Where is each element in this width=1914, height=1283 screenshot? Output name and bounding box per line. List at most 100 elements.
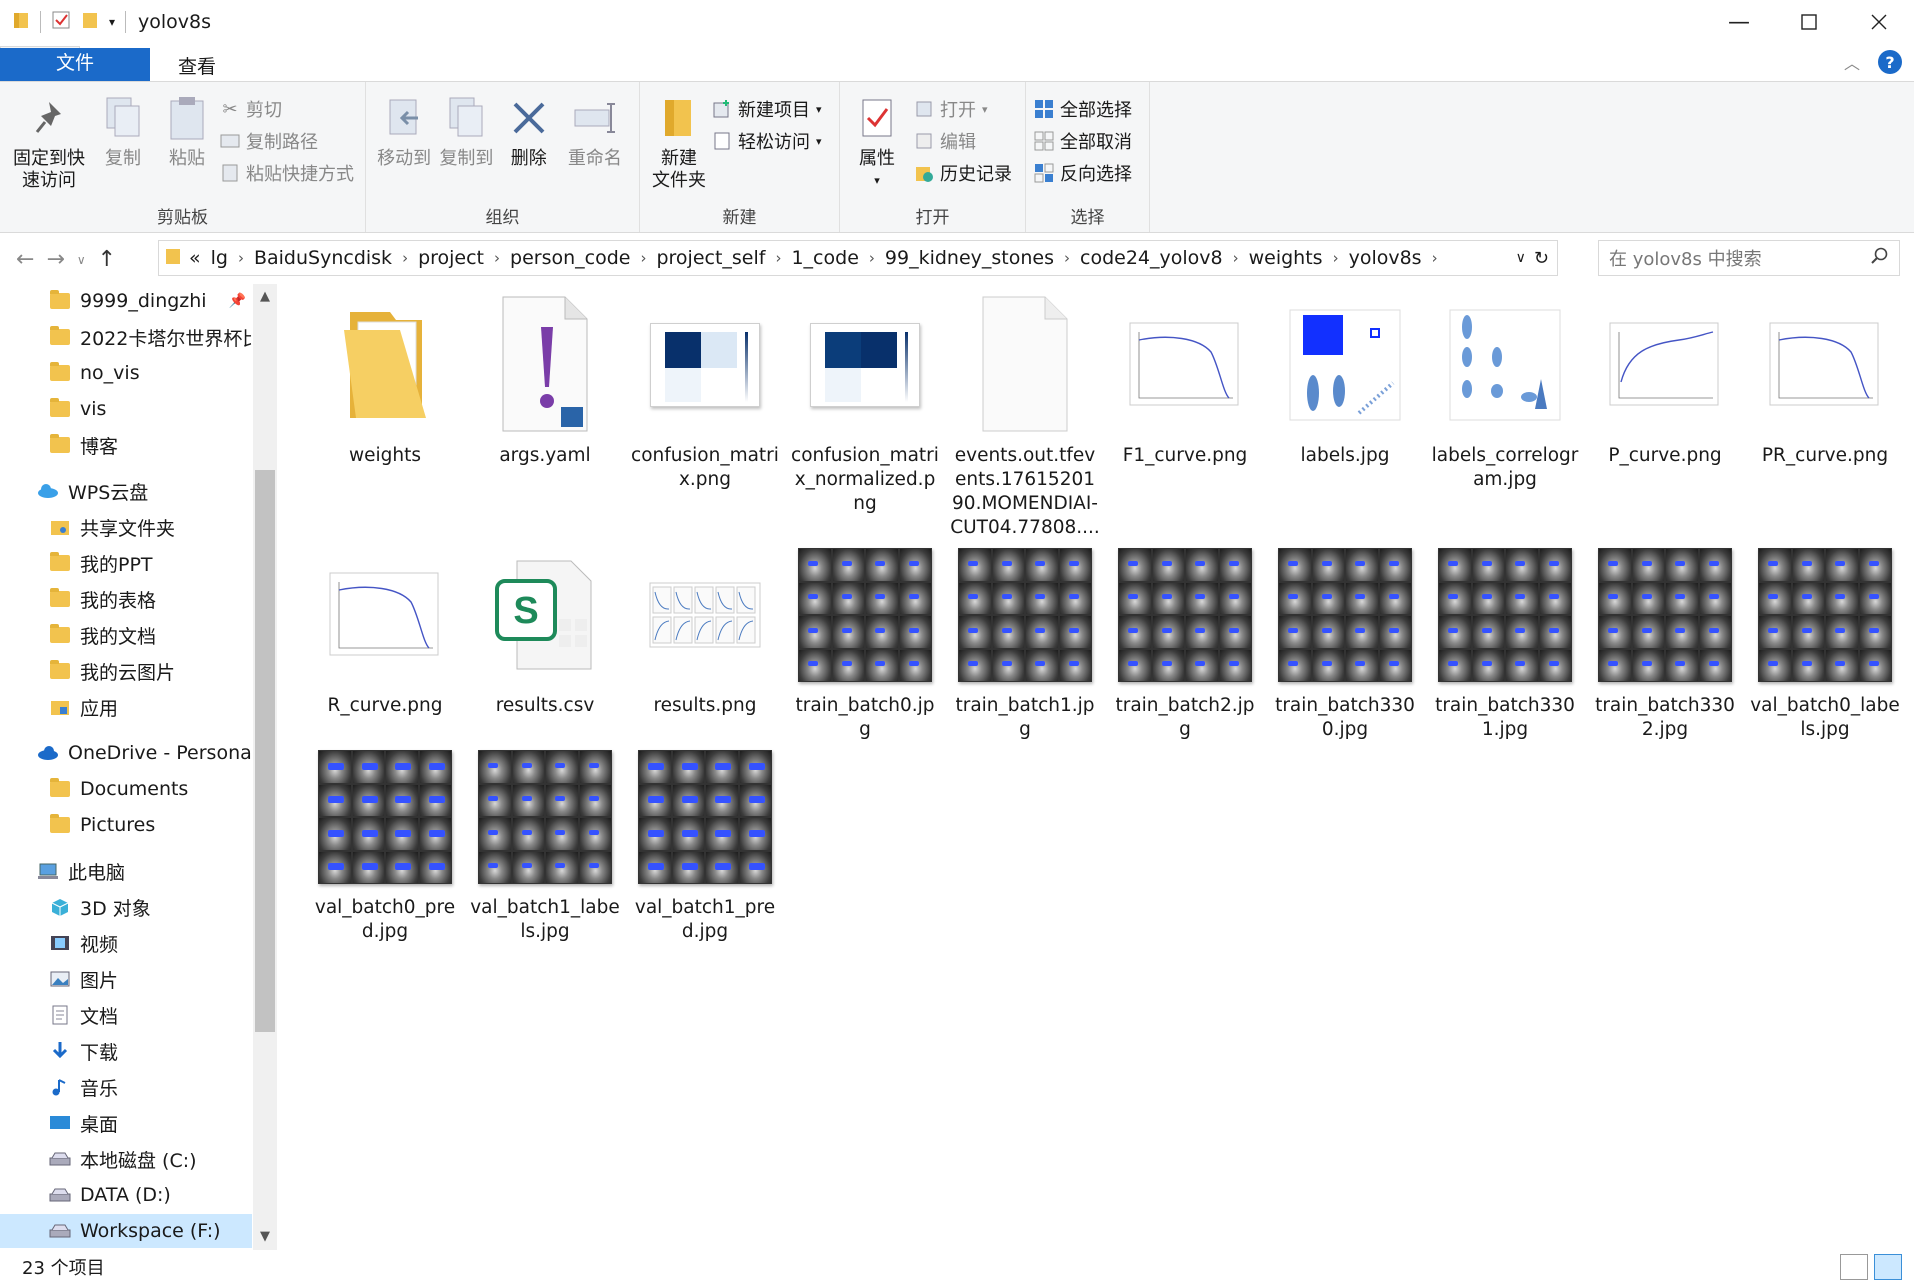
up-arrow-icon[interactable]: ↑: [98, 247, 116, 272]
back-arrow-icon[interactable]: ←: [16, 247, 34, 272]
breadcrumb-item[interactable]: project_self: [656, 247, 765, 269]
file-item[interactable]: train_batch3300.jpg: [1270, 540, 1420, 742]
new-item-button[interactable]: 新建项目 ▾: [712, 96, 822, 122]
breadcrumb-chevron-icon[interactable]: ›: [1333, 249, 1339, 267]
nav-item[interactable]: 应用: [0, 690, 252, 724]
file-item[interactable]: PR_curve.png: [1750, 290, 1900, 468]
file-item[interactable]: train_batch2.jpg: [1110, 540, 1260, 742]
copy-path-button[interactable]: 复制路径: [220, 128, 354, 154]
invert-selection-button[interactable]: 反向选择: [1034, 160, 1132, 186]
nav-item[interactable]: 桌面: [0, 1106, 252, 1140]
nav-item[interactable]: 我的云图片: [0, 654, 252, 688]
nav-item[interactable]: 我的文档: [0, 618, 252, 652]
nav-item[interactable]: 下载: [0, 1034, 252, 1068]
breadcrumb-item[interactable]: yolov8s: [1349, 247, 1422, 269]
nav-item[interactable]: 本地磁盘 (C:): [0, 1142, 252, 1176]
breadcrumb-chevron-icon[interactable]: ›: [640, 249, 646, 267]
nav-item[interactable]: 音乐: [0, 1070, 252, 1104]
breadcrumb-chevron-icon[interactable]: ›: [238, 249, 244, 267]
file-item[interactable]: results.png: [630, 540, 780, 718]
nav-item[interactable]: Pictures: [0, 808, 252, 842]
file-item[interactable]: F1_curve.png: [1110, 290, 1260, 468]
large-icons-view-button[interactable]: [1874, 1254, 1902, 1280]
file-item[interactable]: labels.jpg: [1270, 290, 1420, 468]
minimize-icon[interactable]: —: [1704, 0, 1774, 44]
nav-scrollbar[interactable]: ▲ ▼: [253, 284, 277, 1250]
nav-item[interactable]: Documents: [0, 772, 252, 806]
file-item[interactable]: val_batch1_labels.jpg: [470, 742, 620, 944]
nav-item[interactable]: vis: [0, 392, 252, 426]
file-item[interactable]: train_batch3302.jpg: [1590, 540, 1740, 742]
nav-item[interactable]: Workspace (F:): [0, 1214, 252, 1248]
breadcrumb-chevron-icon[interactable]: ›: [494, 249, 500, 267]
edit-button[interactable]: 编辑: [914, 128, 1012, 154]
breadcrumb-item[interactable]: person_code: [510, 247, 630, 269]
nav-item[interactable]: 共享文件夹: [0, 510, 252, 544]
file-item[interactable]: val_batch1_pred.jpg: [630, 742, 780, 944]
help-icon[interactable]: ?: [1878, 50, 1902, 74]
breadcrumb-chevron-icon[interactable]: ›: [1432, 249, 1438, 267]
breadcrumb-item[interactable]: 1_code: [791, 247, 858, 269]
file-item[interactable]: val_batch0_labels.jpg: [1750, 540, 1900, 742]
open-button[interactable]: 打开 ▾: [914, 96, 1012, 122]
nav-item[interactable]: WPS云盘: [0, 474, 252, 508]
file-item[interactable]: Sresults.csv: [470, 540, 620, 718]
select-none-button[interactable]: 全部取消: [1034, 128, 1132, 154]
file-item[interactable]: train_batch1.jpg: [950, 540, 1100, 742]
scroll-down-icon[interactable]: ▼: [253, 1224, 277, 1248]
collapse-ribbon-icon[interactable]: ︿: [1844, 50, 1860, 74]
history-button[interactable]: 历史记录: [914, 160, 1012, 186]
nav-item[interactable]: 视频: [0, 926, 252, 960]
details-view-button[interactable]: [1840, 1254, 1868, 1280]
nav-item[interactable]: 9999_dingzhi 📌: [0, 284, 252, 318]
select-all-button[interactable]: 全部选择: [1034, 96, 1132, 122]
breadcrumb-item[interactable]: code24_yolov8: [1080, 247, 1223, 269]
scroll-up-icon[interactable]: ▲: [253, 284, 277, 308]
file-item[interactable]: args.yaml: [470, 290, 620, 468]
breadcrumb-item[interactable]: project: [418, 247, 484, 269]
recent-locations-icon[interactable]: ∨: [77, 247, 86, 272]
file-item[interactable]: confusion_matrix_normalized.png: [790, 290, 940, 516]
file-item[interactable]: events.out.tfevents.1761520190.MOMENDIAI…: [950, 290, 1100, 540]
cut-button[interactable]: ✂ 剪切: [220, 96, 354, 122]
breadcrumb-item[interactable]: BaiduSyncdisk: [254, 247, 392, 269]
nav-item[interactable]: 我的PPT: [0, 546, 252, 580]
nav-item[interactable]: 文档: [0, 998, 252, 1032]
breadcrumb-overflow[interactable]: «: [189, 247, 201, 269]
breadcrumb-chevron-icon[interactable]: ›: [1064, 249, 1070, 267]
customize-toolbar-icon[interactable]: ▾: [109, 15, 115, 29]
tab-file[interactable]: 文件: [0, 48, 150, 82]
nav-item[interactable]: 博客: [0, 428, 252, 462]
properties-icon[interactable]: [51, 10, 71, 35]
tab-view[interactable]: 查看: [158, 48, 236, 82]
breadcrumb-item[interactable]: lg: [211, 247, 228, 269]
nav-item[interactable]: OneDrive - Personal: [0, 736, 252, 770]
file-item[interactable]: R_curve.png: [310, 540, 460, 718]
file-item[interactable]: train_batch0.jpg: [790, 540, 940, 742]
scroll-thumb[interactable]: [255, 470, 275, 1032]
address-dropdown-icon[interactable]: ∨: [1516, 250, 1526, 266]
easy-access-button[interactable]: 轻松访问 ▾: [712, 128, 822, 154]
file-item[interactable]: labels_correlogram.jpg: [1430, 290, 1580, 492]
nav-item[interactable]: 3D 对象: [0, 890, 252, 924]
breadcrumb-chevron-icon[interactable]: ›: [869, 249, 875, 267]
file-item[interactable]: val_batch0_pred.jpg: [310, 742, 460, 944]
nav-item[interactable]: 此电脑: [0, 854, 252, 888]
forward-arrow-icon[interactable]: →: [46, 247, 64, 272]
refresh-icon[interactable]: ↻: [1534, 248, 1549, 269]
maximize-icon[interactable]: [1774, 0, 1844, 44]
folder-icon[interactable]: [12, 10, 30, 35]
nav-item[interactable]: no_vis: [0, 356, 252, 390]
nav-item[interactable]: 图片: [0, 962, 252, 996]
close-icon[interactable]: [1844, 0, 1914, 44]
file-item[interactable]: weights: [310, 290, 460, 468]
nav-item[interactable]: DATA (D:): [0, 1178, 252, 1212]
nav-item[interactable]: 2022卡塔尔世界杯比赛: [0, 320, 252, 354]
nav-item[interactable]: 我的表格: [0, 582, 252, 616]
new-folder-icon[interactable]: [81, 10, 99, 35]
file-item[interactable]: train_batch3301.jpg: [1430, 540, 1580, 742]
file-item[interactable]: P_curve.png: [1590, 290, 1740, 468]
breadcrumb-item[interactable]: 99_kidney_stones: [885, 247, 1054, 269]
breadcrumb-item[interactable]: weights: [1249, 247, 1323, 269]
file-item[interactable]: confusion_matrix.png: [630, 290, 780, 492]
